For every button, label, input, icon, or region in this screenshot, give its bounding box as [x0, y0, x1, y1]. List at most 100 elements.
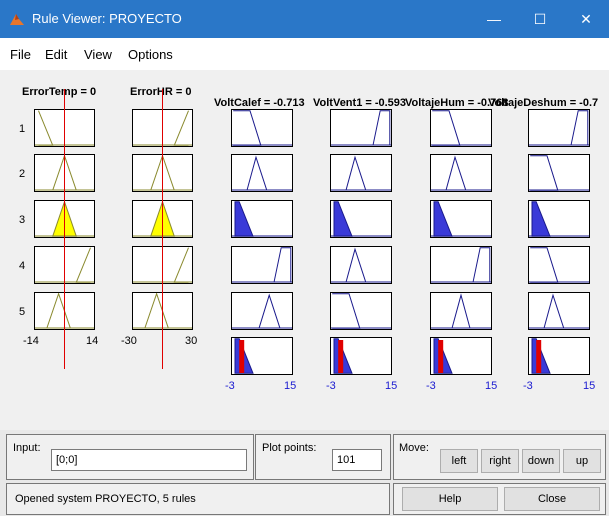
axis-tick-label: 30 [185, 335, 198, 347]
minimize-button[interactable]: — [471, 0, 517, 38]
input-panel: Input: [0;0] [6, 434, 254, 480]
menu-options[interactable]: Options [128, 47, 173, 62]
mf-shape [570, 110, 589, 146]
axis-tick-label: -3 [523, 380, 533, 392]
mf-shape [543, 293, 565, 329]
mf-shape [530, 247, 559, 283]
menu-edit[interactable]: Edit [45, 47, 67, 62]
mf-shape [144, 293, 169, 329]
rule-number: 1 [19, 123, 26, 135]
move-down-button[interactable]: down [522, 449, 560, 473]
mf-shape [246, 155, 268, 191]
output-mf-cell [430, 246, 492, 284]
title-bar: Rule Viewer: PROYECTO — ☐ ✕ [0, 0, 609, 38]
move-right-button[interactable]: right [481, 449, 519, 473]
mf-shape [52, 155, 77, 191]
axis-tick-label: -3 [326, 380, 336, 392]
move-up-button[interactable]: up [563, 449, 601, 473]
mf-shape [345, 247, 367, 283]
mf-shape [445, 155, 467, 191]
mf-shape [233, 110, 262, 146]
move-panel: Move: left right down up [393, 434, 606, 480]
mf-shape [372, 110, 391, 146]
aggregate-output-cell [330, 337, 392, 375]
output-mf-cell [430, 200, 492, 238]
menu-bar: File Edit View Options [0, 38, 609, 70]
mf-shape [432, 110, 461, 146]
output-mf-cell [528, 200, 590, 238]
axis-tick-label: 15 [385, 380, 398, 392]
menu-view[interactable]: View [84, 47, 112, 62]
input-var-label: ErrorTemp = 0 [22, 86, 97, 98]
mf-shape [75, 247, 91, 283]
defuzzified-output-marker [438, 340, 444, 373]
output-mf-cell [231, 200, 293, 238]
output-mf-cell [330, 246, 392, 284]
mf-shape [451, 293, 471, 329]
output-mf-cell [231, 154, 293, 192]
input-mf-cell [34, 246, 95, 284]
output-mf-cell [231, 292, 293, 330]
output-var-label: VoltajeDeshum = -0.7 [488, 97, 599, 109]
plot-points-label: Plot points: [262, 442, 317, 454]
crisp-input-line[interactable] [63, 89, 65, 369]
bottom-controls: Input: [0;0] Plot points: 101 Move: left… [0, 430, 609, 516]
plot-points-field[interactable]: 101 [332, 449, 382, 471]
mf-fill [433, 201, 453, 237]
input-mf-cell [34, 292, 95, 330]
mf-fill [234, 201, 254, 237]
axis-tick-label: 15 [485, 380, 498, 392]
help-button[interactable]: Help [402, 487, 498, 511]
output-mf-cell [330, 154, 392, 192]
mf-shape [332, 293, 361, 329]
output-mf-cell [231, 246, 293, 284]
mf-shape [273, 247, 292, 283]
output-mf-cell [430, 154, 492, 192]
mf-fill [52, 201, 77, 237]
axis-tick-label: -30 [121, 335, 137, 347]
mf-shape [530, 155, 559, 191]
output-mf-cell [528, 109, 590, 147]
maximize-button[interactable]: ☐ [517, 0, 563, 38]
mf-fill [333, 201, 353, 237]
status-text: Opened system PROYECTO, 5 rules [15, 493, 196, 505]
axis-tick-label: 15 [284, 380, 297, 392]
aggregate-output-cell [528, 337, 590, 375]
move-left-button[interactable]: left [440, 449, 478, 473]
mf-shape [173, 110, 189, 146]
input-mf-cell [34, 109, 95, 147]
axis-tick-label: -3 [225, 380, 235, 392]
mf-shape [472, 247, 491, 283]
axis-tick-label: 14 [86, 335, 99, 347]
defuzzified-output-marker [239, 340, 245, 373]
input-vector-field[interactable]: [0;0] [51, 449, 247, 471]
input-mf-cell [132, 292, 193, 330]
input-mf-cell [34, 154, 95, 192]
mf-fill [150, 201, 175, 237]
close-window-button[interactable]: ✕ [563, 0, 609, 38]
crisp-input-line[interactable] [161, 89, 163, 369]
input-mf-cell [132, 154, 193, 192]
mf-shape [150, 155, 175, 191]
input-mf-cell [34, 200, 95, 238]
output-mf-cell [528, 292, 590, 330]
close-button[interactable]: Close [504, 487, 600, 511]
output-mf-cell [528, 246, 590, 284]
menu-file[interactable]: File [10, 47, 31, 62]
axis-tick-label: -3 [426, 380, 436, 392]
output-mf-cell [231, 109, 293, 147]
output-mf-cell [430, 109, 492, 147]
input-mf-cell [132, 109, 193, 147]
mf-shape [46, 293, 71, 329]
input-label: Input: [13, 442, 41, 454]
plot-points-panel: Plot points: 101 [255, 434, 391, 480]
mf-shape [345, 155, 367, 191]
mf-shape [38, 110, 54, 146]
output-mf-cell [528, 154, 590, 192]
rule-number: 5 [19, 306, 26, 318]
output-var-label: VoltVent1 = -0.593 [313, 97, 407, 109]
input-mf-cell [132, 200, 193, 238]
action-panel: Help Close [393, 483, 606, 515]
output-var-label: VoltCalef = -0.713 [214, 97, 305, 109]
status-panel: Opened system PROYECTO, 5 rules [6, 483, 390, 515]
